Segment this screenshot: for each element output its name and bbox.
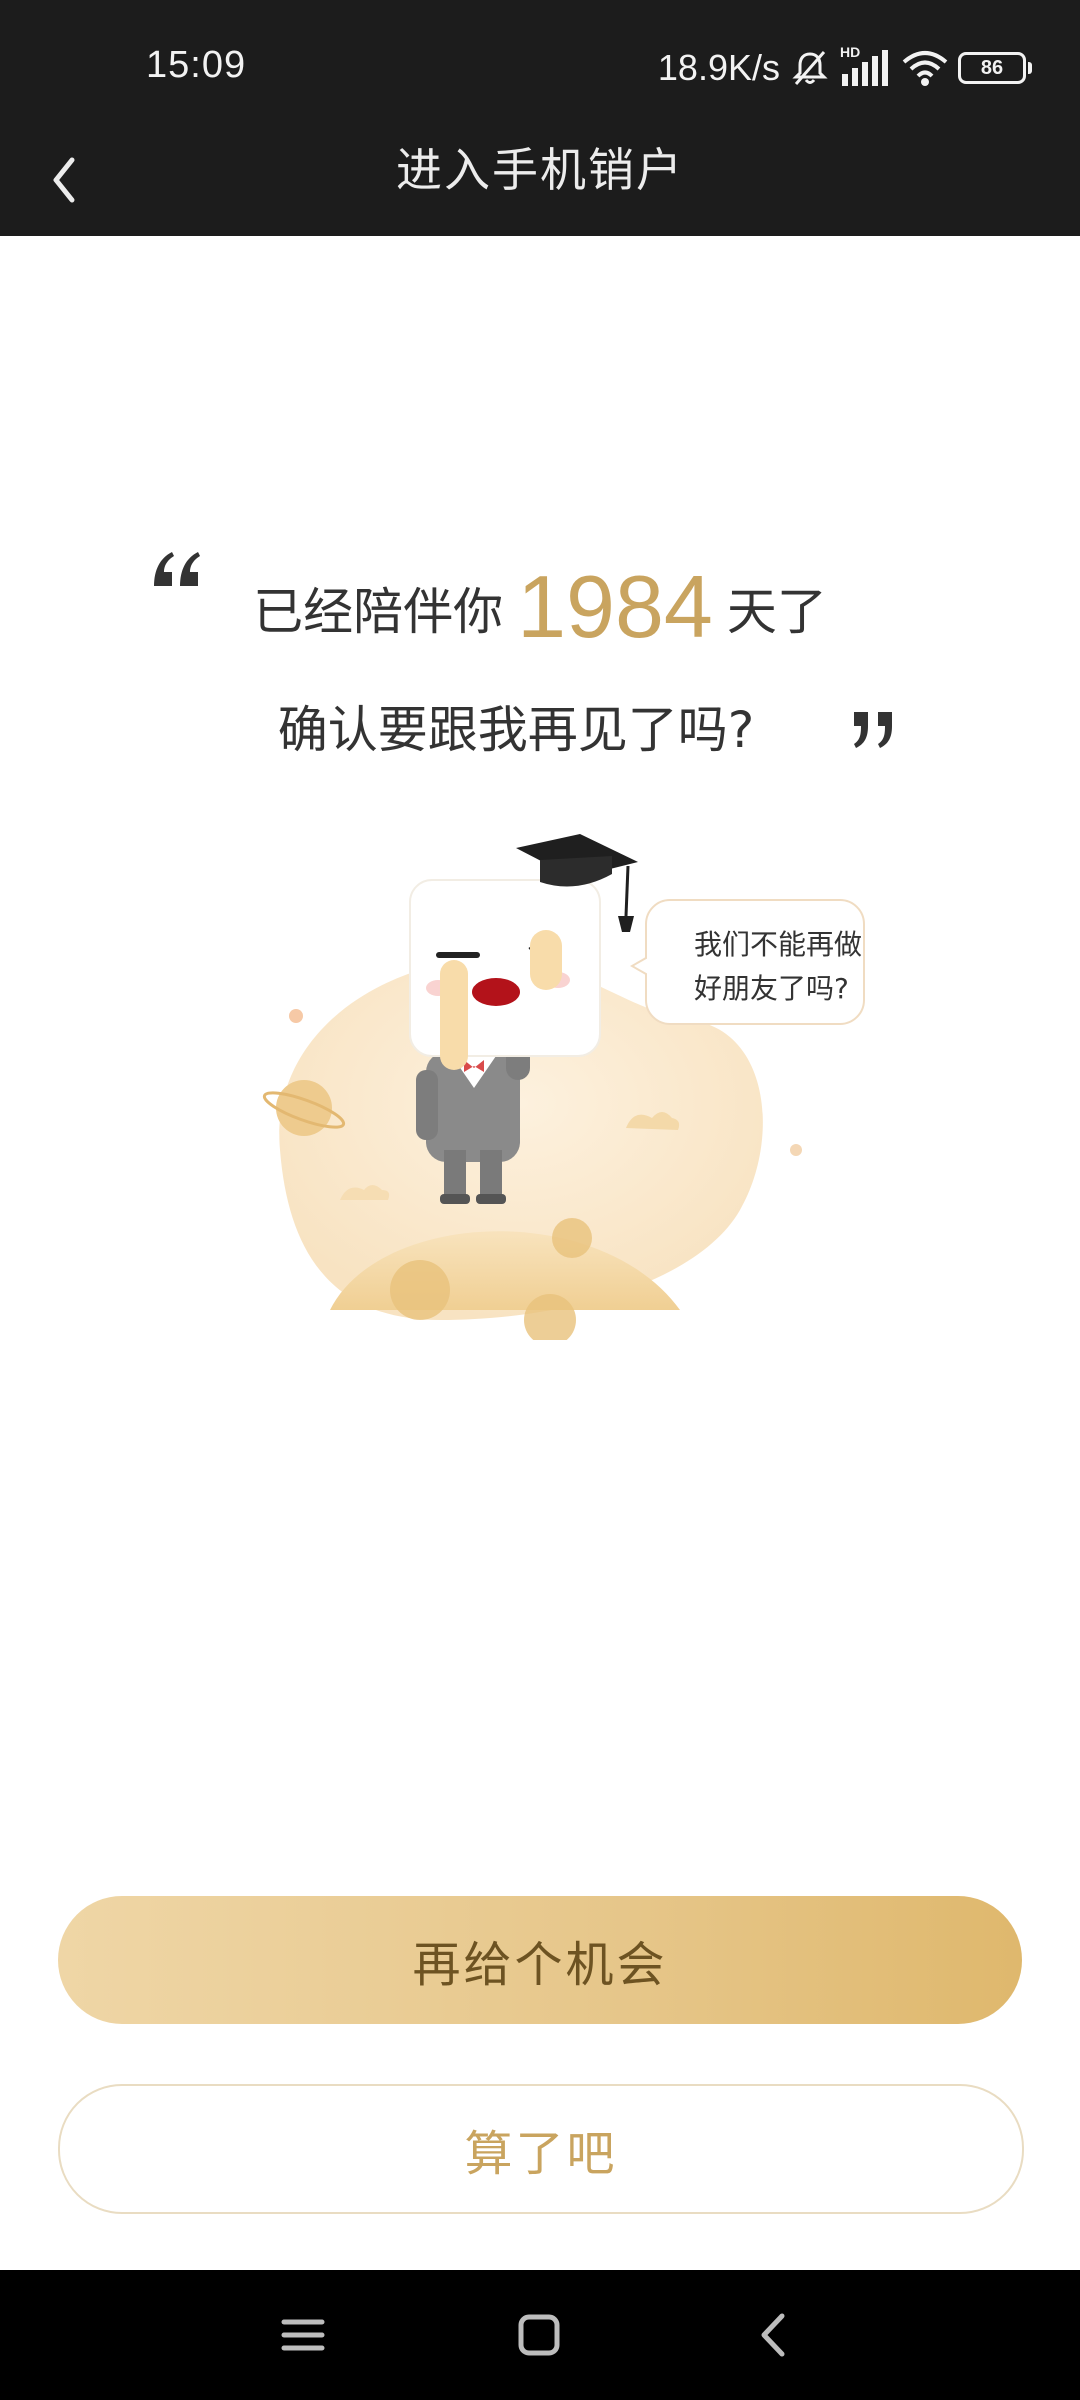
star-dot (289, 1009, 303, 1023)
companion-days-text: 已经陪伴你 1984 天了 (0, 556, 1080, 658)
menu-icon[interactable] (268, 2300, 338, 2370)
status-time: 15:09 (146, 44, 247, 86)
back-icon[interactable] (740, 2300, 810, 2370)
status-icons: 18.9K/s HD 86 (657, 44, 1032, 90)
days-suffix: 天了 (726, 583, 827, 641)
signal-icon: HD (840, 44, 892, 88)
days-count: 1984 (517, 557, 713, 656)
bubble-line-2: 好朋友了吗? (694, 972, 849, 1005)
star-dot (790, 1144, 802, 1156)
battery-level: 86 (980, 56, 1004, 79)
speech-bubble: 我们不能再做 好朋友了吗? (629, 899, 865, 1025)
network-speed: 18.9K/s (657, 47, 780, 88)
give-another-chance-button[interactable]: 再给个机会 (58, 1896, 1022, 2024)
status-bar: 15:09 18.9K/s HD 86 (0, 0, 1080, 138)
close-quote-icon (854, 712, 892, 748)
give-another-chance-label: 再给个机会 (412, 1937, 668, 1993)
forget-it-button[interactable]: 算了吧 (58, 2084, 1024, 2214)
mute-icon (792, 51, 828, 85)
wifi-icon (902, 51, 948, 86)
forget-it-label: 算了吧 (464, 2126, 618, 2182)
system-nav-bar (0, 2270, 1080, 2400)
farewell-illustration: 我们不能再做 好朋友了吗? (240, 820, 865, 1340)
home-icon[interactable] (504, 2300, 574, 2370)
bubble-line-1: 我们不能再做 (694, 928, 862, 961)
page-title: 进入手机销户 (396, 143, 684, 197)
days-prefix: 已经陪伴你 (253, 583, 504, 641)
header: 进入手机销户 (0, 138, 1080, 236)
battery-icon: 86 (958, 52, 1032, 84)
